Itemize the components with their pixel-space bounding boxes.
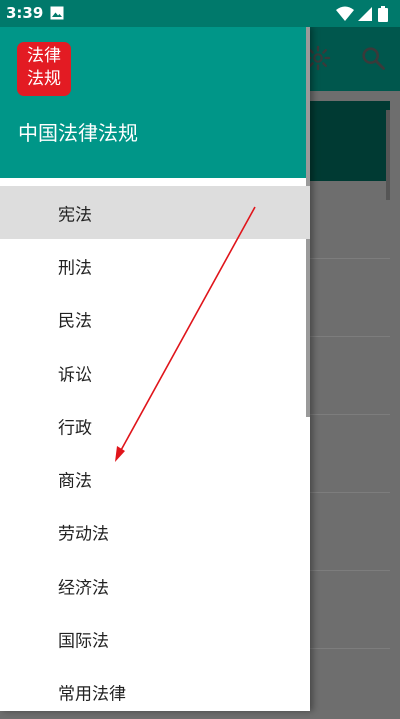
search-icon[interactable] bbox=[359, 44, 387, 72]
drawer-header: 法律 法规 中国法律法规 bbox=[0, 27, 310, 178]
wifi-icon bbox=[336, 6, 354, 21]
image-icon bbox=[50, 6, 64, 20]
app-title: 中国法律法规 bbox=[18, 121, 138, 145]
divider bbox=[310, 414, 390, 415]
menu-item-international-law[interactable]: 国际法 bbox=[0, 612, 310, 665]
menu-item-constitution[interactable]: 宪法 bbox=[0, 186, 310, 240]
battery-icon bbox=[378, 6, 388, 22]
menu-item-label: 刑法 bbox=[58, 258, 92, 279]
menu-item-civil-law[interactable]: 民法 bbox=[0, 293, 310, 346]
menu-item-labor-law[interactable]: 劳动法 bbox=[0, 506, 310, 559]
status-time: 3:39 bbox=[6, 4, 44, 22]
menu-item-label: 行政 bbox=[58, 418, 92, 439]
signal-icon bbox=[358, 7, 372, 21]
menu-item-criminal-law[interactable]: 刑法 bbox=[0, 239, 310, 292]
logo-text-line1: 法律 bbox=[27, 46, 61, 66]
divider bbox=[310, 492, 390, 493]
menu-item-label: 诉讼 bbox=[58, 365, 92, 386]
app-logo: 法律 法规 bbox=[17, 42, 71, 96]
divider bbox=[310, 336, 390, 337]
navigation-drawer: 法律 法规 中国法律法规 宪法 刑法 民法 诉讼 行政 商法 劳动法 经济法 国… bbox=[0, 27, 310, 711]
menu-item-label: 劳动法 bbox=[58, 524, 109, 545]
menu-item-label: 商法 bbox=[58, 471, 92, 492]
menu-item-label: 宪法 bbox=[58, 205, 92, 226]
menu-item-economic-law[interactable]: 经济法 bbox=[0, 559, 310, 612]
menu-item-litigation[interactable]: 诉讼 bbox=[0, 346, 310, 399]
menu-item-commercial-law[interactable]: 商法 bbox=[0, 452, 310, 505]
menu-item-label: 经济法 bbox=[58, 578, 109, 599]
menu-item-label: 常用法律 bbox=[58, 684, 126, 705]
status-icons bbox=[336, 6, 388, 22]
drawer-spacer bbox=[0, 178, 310, 186]
drawer-menu: 宪法 刑法 民法 诉讼 行政 商法 劳动法 经济法 国际法 常用法律 bbox=[0, 186, 310, 719]
status-bar: 3:39 bbox=[0, 0, 400, 27]
background-scrollbar bbox=[386, 110, 390, 200]
menu-item-label: 民法 bbox=[58, 311, 92, 332]
divider bbox=[310, 570, 390, 571]
logo-text-line2: 法规 bbox=[27, 69, 61, 89]
divider bbox=[310, 648, 390, 649]
menu-item-administrative[interactable]: 行政 bbox=[0, 399, 310, 452]
menu-item-label: 国际法 bbox=[58, 631, 109, 652]
divider bbox=[310, 258, 390, 259]
